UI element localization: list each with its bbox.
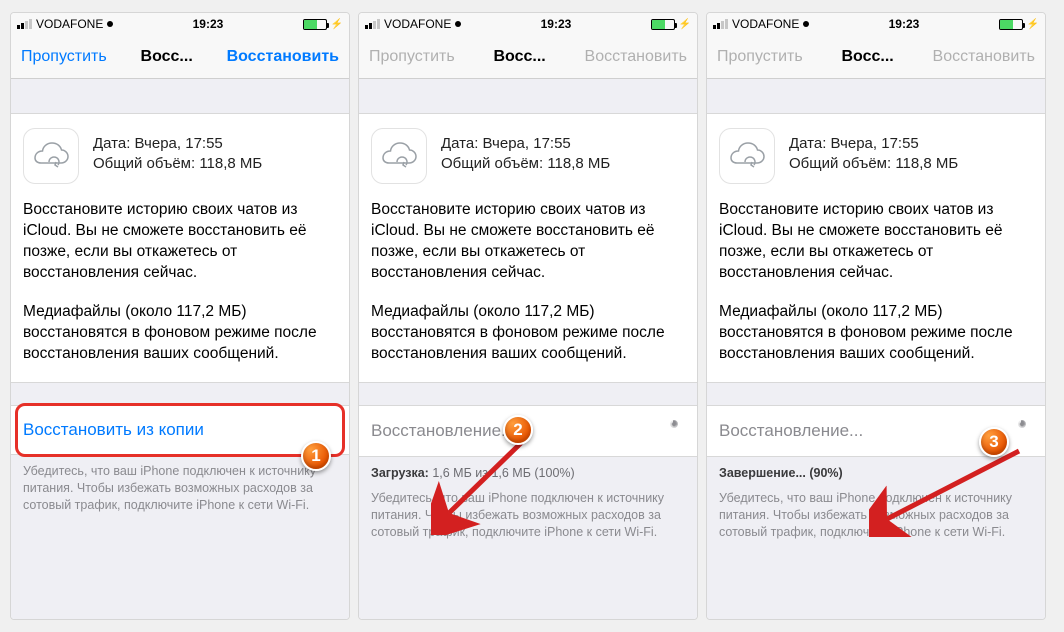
info-paragraph-1: Восстановите историю своих чатов из iClo… — [371, 200, 685, 284]
nav-bar: Пропустить Восс... Восстановить — [11, 35, 349, 79]
spinner-icon — [1011, 420, 1033, 442]
skip-button: Пропустить — [369, 48, 455, 66]
status-bar: VODAFONE 19:23 ⚡ — [359, 13, 697, 35]
status-bar: VODAFONE 19:23 ⚡ — [11, 13, 349, 35]
restore-label: Восстановление... — [719, 421, 863, 441]
restore-nav-button: Восстановить — [933, 48, 1035, 66]
signal-icon — [713, 19, 728, 29]
progress-note: Загрузка: 1,6 МБ из 1,6 МБ (100%) — [359, 457, 697, 482]
info-paragraph-1: Восстановите историю своих чатов из iClo… — [719, 200, 1033, 284]
info-paragraph-1: Восстановите историю своих чатов из iClo… — [23, 200, 337, 284]
nav-title: Восс... — [455, 48, 585, 66]
backup-card: Дата: Вчера, 17:55 Общий объём: 118,8 МБ… — [11, 113, 349, 383]
signal-icon — [365, 19, 380, 29]
footer-note: Убедитесь, что ваш iPhone подключен к ис… — [359, 482, 697, 541]
phone-panel-2: VODAFONE 19:23 ⚡ Пропустить Восс... Восс… — [358, 12, 698, 620]
nav-title: Восс... — [107, 48, 227, 66]
phone-panel-1: VODAFONE 19:23 ⚡ Пропустить Восс... Восс… — [10, 12, 350, 620]
info-paragraph-2: Медиафайлы (около 117,2 МБ) восстановятс… — [23, 302, 337, 365]
nav-bar: Пропустить Восс... Восстановить — [359, 35, 697, 79]
icloud-restore-icon — [371, 128, 427, 184]
progress-suffix: 1,6 МБ из 1,6 МБ (100%) — [429, 466, 575, 480]
restore-from-backup-button[interactable]: Восстановить из копии — [11, 405, 349, 455]
info-paragraph-2: Медиафайлы (около 117,2 МБ) восстановятс… — [371, 302, 685, 365]
battery-icon — [999, 19, 1023, 30]
restore-label: Восстановить из копии — [23, 420, 204, 440]
annotation-badge-3: 3 — [979, 427, 1009, 457]
icloud-restore-icon — [23, 128, 79, 184]
charging-icon: ⚡ — [331, 19, 343, 30]
signal-icon — [17, 19, 32, 29]
wifi-icon — [107, 21, 113, 27]
progress-note: Завершение... (90%) — [707, 457, 1045, 482]
nav-bar: Пропустить Восс... Восстановить — [707, 35, 1045, 79]
wifi-icon — [803, 21, 809, 27]
backup-size: Общий объём: 118,8 МБ — [441, 154, 610, 174]
phone-panel-3: VODAFONE 19:23 ⚡ Пропустить Восс... Восс… — [706, 12, 1046, 620]
restore-label: Восстановление... — [371, 421, 515, 441]
clock: 19:23 — [889, 17, 920, 31]
backup-date: Дата: Вчера, 17:55 — [93, 134, 262, 154]
status-bar: VODAFONE 19:23 ⚡ — [707, 13, 1045, 35]
icloud-restore-icon — [719, 128, 775, 184]
carrier-label: VODAFONE — [384, 17, 451, 31]
battery-icon — [303, 19, 327, 30]
annotation-badge-1: 1 — [301, 441, 331, 471]
backup-size: Общий объём: 118,8 МБ — [789, 154, 958, 174]
backup-card: Дата: Вчера, 17:55 Общий объём: 118,8 МБ… — [359, 113, 697, 383]
restore-nav-button[interactable]: Восстановить — [227, 48, 339, 66]
clock: 19:23 — [541, 17, 572, 31]
skip-button[interactable]: Пропустить — [21, 48, 107, 66]
backup-card: Дата: Вчера, 17:55 Общий объём: 118,8 МБ… — [707, 113, 1045, 383]
footer-note: Убедитесь, что ваш iPhone подключен к ис… — [707, 482, 1045, 541]
info-paragraph-2: Медиафайлы (около 117,2 МБ) восстановятс… — [719, 302, 1033, 365]
carrier-label: VODAFONE — [732, 17, 799, 31]
backup-date: Дата: Вчера, 17:55 — [441, 134, 610, 154]
progress-prefix: Загрузка: — [371, 466, 429, 480]
skip-button: Пропустить — [717, 48, 803, 66]
charging-icon: ⚡ — [1027, 19, 1039, 30]
carrier-label: VODAFONE — [36, 17, 103, 31]
nav-title: Восс... — [803, 48, 933, 66]
clock: 19:23 — [193, 17, 224, 31]
restore-nav-button: Восстановить — [585, 48, 687, 66]
progress-prefix: Завершение... (90%) — [719, 466, 843, 480]
footer-note: Убедитесь, что ваш iPhone подключен к ис… — [11, 455, 349, 514]
charging-icon: ⚡ — [679, 19, 691, 30]
wifi-icon — [455, 21, 461, 27]
annotation-badge-2: 2 — [503, 415, 533, 445]
backup-date: Дата: Вчера, 17:55 — [789, 134, 958, 154]
backup-size: Общий объём: 118,8 МБ — [93, 154, 262, 174]
spinner-icon — [663, 420, 685, 442]
battery-icon — [651, 19, 675, 30]
